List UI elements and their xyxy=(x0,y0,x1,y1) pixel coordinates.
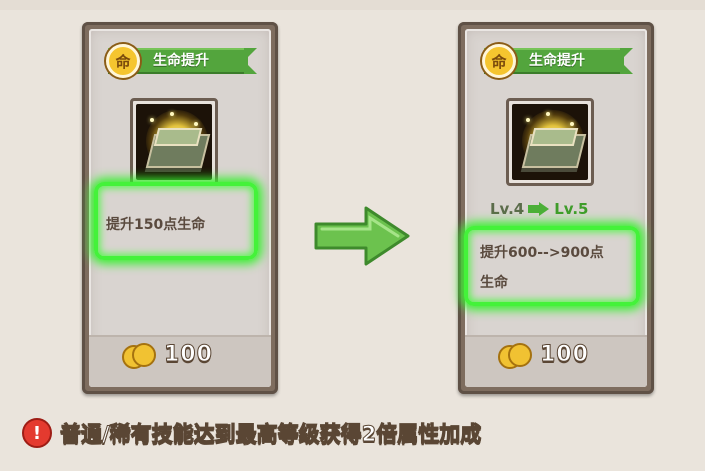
upgrade-arrow-icon xyxy=(314,206,410,266)
exclamation-icon: ! xyxy=(22,418,52,448)
upgrade-cost[interactable]: 100 xyxy=(498,342,589,369)
top-strip xyxy=(0,0,705,10)
level-change: Lv.4 Lv.5 xyxy=(490,200,589,218)
skill-description-line1: 提升600-->900点 xyxy=(480,245,604,261)
gold-coin-icon xyxy=(498,342,532,369)
cost-value: 100 xyxy=(164,342,213,368)
upgrade-cost[interactable]: 100 xyxy=(122,342,213,369)
description-highlight xyxy=(464,226,640,306)
gold-coin-icon xyxy=(122,342,156,369)
skill-description: 提升150点生命 xyxy=(106,217,206,233)
life-badge-icon: 命 xyxy=(106,44,140,78)
skill-title-ribbon: 命 生命提升 xyxy=(106,44,262,78)
life-badge-icon: 命 xyxy=(482,44,516,78)
level-from: Lv.4 xyxy=(490,200,525,218)
skill-card-upgraded[interactable]: 命 生命提升 Lv.4 Lv.5 提升600-->900点 生命 100 xyxy=(458,22,654,394)
skill-description-line2: 生命 xyxy=(480,275,508,291)
level-arrow-icon xyxy=(528,202,550,216)
notice-text: 普通/稀有技能达到最高等级获得2倍属性加成 xyxy=(59,422,482,447)
level-to: Lv.5 xyxy=(554,200,589,218)
skill-card-current[interactable]: 命 生命提升 提升150点生命 100 xyxy=(82,22,278,394)
skill-book-icon xyxy=(130,98,218,186)
cost-value: 100 xyxy=(540,342,589,368)
upgrade-notice: ! 普通/稀有技能达到最高等级获得2倍属性加成 xyxy=(22,418,482,448)
skill-title-ribbon: 命 生命提升 xyxy=(482,44,638,78)
skill-book-icon xyxy=(506,98,594,186)
